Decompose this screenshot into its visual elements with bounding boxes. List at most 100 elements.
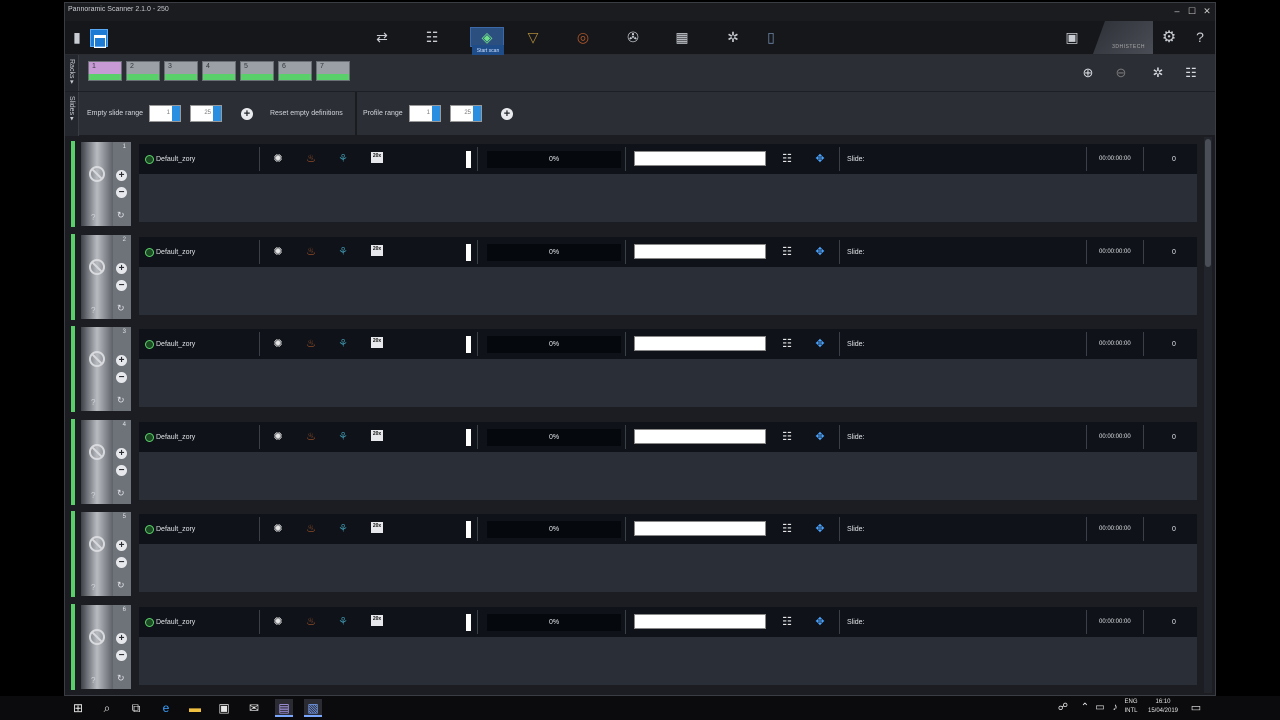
- minimize-button[interactable]: –: [1171, 5, 1183, 17]
- magnification-20x-icon[interactable]: 20x: [371, 429, 383, 441]
- task-view-icon[interactable]: ⧉: [127, 699, 145, 717]
- people-icon[interactable]: ☍: [1054, 699, 1072, 717]
- scan-settings-icon[interactable]: ☷: [780, 615, 794, 628]
- help-icon[interactable]: ?: [1189, 27, 1211, 47]
- compass-icon[interactable]: ✇: [622, 27, 644, 47]
- slide-name-field[interactable]: [634, 521, 766, 536]
- slide-thumbnail[interactable]: 3? + − ↻: [81, 327, 131, 411]
- brightfield-icon[interactable]: ✺: [271, 430, 285, 443]
- slide-thumbnail[interactable]: 6? + − ↻: [81, 604, 131, 689]
- brightfield-icon[interactable]: ✺: [271, 615, 285, 628]
- scan-region-icon[interactable]: ✥: [813, 245, 827, 258]
- slide-row[interactable]: 5? + − ↻ Default_zory ✺ ♨ ⚘ 20x 0% ☷ ✥ Slide: 00:00:0…: [69, 511, 1199, 597]
- scan-mode-icon[interactable]: ▽: [522, 27, 544, 47]
- rack-6[interactable]: 6: [278, 61, 312, 81]
- file-explorer-icon[interactable]: ▬: [186, 699, 204, 717]
- profile-name[interactable]: Default_zory: [156, 526, 195, 533]
- brightfield-icon[interactable]: ✺: [271, 337, 285, 350]
- add-icon[interactable]: +: [116, 540, 127, 551]
- gear-batch-icon[interactable]: ✲: [722, 27, 744, 47]
- rack-adjust-icon[interactable]: ☷: [1183, 65, 1199, 81]
- slide-name-field[interactable]: [634, 243, 766, 259]
- slide-thumbnail[interactable]: 5? + − ↻: [81, 512, 131, 596]
- remove-icon[interactable]: −: [116, 464, 127, 476]
- refresh-icon[interactable]: ↻: [117, 488, 125, 499]
- scanner-app-icon[interactable]: ▤: [275, 699, 293, 717]
- magnification-20x-icon[interactable]: 20x: [371, 337, 383, 348]
- scroll-thumb[interactable]: [1205, 139, 1211, 267]
- settings-sliders-icon[interactable]: ☷: [421, 27, 443, 47]
- camera-icon[interactable]: ▣: [1061, 27, 1083, 47]
- fluorescence-icon[interactable]: ♨: [304, 430, 318, 443]
- windows-start-icon[interactable]: ⊞: [69, 699, 87, 717]
- add-icon[interactable]: +: [116, 170, 127, 181]
- profile-name[interactable]: Default_zory: [156, 249, 195, 256]
- slide-name-field[interactable]: [634, 428, 766, 444]
- scan-settings-icon[interactable]: ☷: [780, 152, 794, 165]
- slide-row[interactable]: 6? + − ↻ Default_zory ✺ ♨ ⚘ 20x 0% ☷ ✥ Slide: 00:00:0…: [69, 603, 1199, 690]
- profile-name[interactable]: Default_zory: [156, 434, 195, 441]
- scan-settings-icon[interactable]: ☷: [780, 430, 794, 443]
- remove-icon[interactable]: −: [116, 557, 127, 568]
- add-icon[interactable]: +: [116, 632, 127, 644]
- mail-icon[interactable]: ✉: [245, 699, 263, 717]
- store-icon[interactable]: ▣: [215, 699, 233, 717]
- remove-icon[interactable]: −: [116, 187, 127, 198]
- rack-loader-icon[interactable]: ⇄: [371, 27, 393, 47]
- remove-rack-icon[interactable]: ⊖: [1113, 65, 1129, 81]
- rack-2[interactable]: 2: [126, 61, 160, 81]
- scan-region-icon[interactable]: ✥: [813, 337, 827, 350]
- add-icon[interactable]: +: [116, 447, 127, 459]
- remove-icon[interactable]: −: [116, 372, 127, 383]
- scan-settings-icon[interactable]: ☷: [780, 245, 794, 258]
- magnification-20x-icon[interactable]: 20x: [371, 152, 383, 163]
- add-icon[interactable]: +: [116, 262, 127, 274]
- rack-3[interactable]: 3: [164, 61, 198, 81]
- slide-thumbnail[interactable]: 1? + − ↻: [81, 142, 131, 226]
- refresh-icon[interactable]: ↻: [117, 580, 125, 591]
- scan-region-icon[interactable]: ✥: [813, 522, 827, 535]
- reset-empty-definitions-button[interactable]: Reset empty definitions: [270, 110, 343, 117]
- clock[interactable]: 16:10 15/04/2019: [1144, 698, 1182, 716]
- start-scan-icon[interactable]: ◈: [470, 27, 504, 47]
- rack-settings-icon[interactable]: ✲: [1150, 65, 1166, 81]
- brightfield-icon[interactable]: ✺: [271, 522, 285, 535]
- slide-row[interactable]: 1? + − ↻ Default_zory ✺ ♨ ⚘ 20x 0% ☷ ✥ Slide: 00:00:0…: [69, 141, 1199, 227]
- edge-icon[interactable]: e: [157, 699, 175, 717]
- filter-icon[interactable]: ⚘: [336, 337, 350, 350]
- rack-1[interactable]: 1: [88, 61, 122, 81]
- profile-range-to-input[interactable]: 25: [450, 105, 482, 122]
- settings-gear-icon[interactable]: ⚙: [1158, 27, 1180, 47]
- remove-icon[interactable]: −: [116, 649, 127, 661]
- profile-range-from-input[interactable]: 1: [409, 105, 441, 122]
- device-icon[interactable]: ▮: [69, 27, 85, 47]
- fluorescence-icon[interactable]: ♨: [304, 337, 318, 350]
- batch-grid-icon[interactable]: ▦: [667, 27, 697, 47]
- slide-name-field[interactable]: [634, 336, 766, 351]
- rack-4[interactable]: 4: [202, 61, 236, 81]
- maximize-button[interactable]: ☐: [1186, 5, 1198, 17]
- scan-region-icon[interactable]: ✥: [813, 430, 827, 443]
- empty-range-to-input[interactable]: 25: [190, 105, 222, 122]
- slides-side-tab[interactable]: Slides ▸: [65, 92, 79, 136]
- focus-icon[interactable]: ◎: [572, 27, 594, 47]
- racks-side-tab[interactable]: Racks ▸: [65, 55, 79, 91]
- fluorescence-icon[interactable]: ♨: [304, 152, 318, 165]
- filter-icon[interactable]: ⚘: [336, 615, 350, 628]
- exit-door-icon[interactable]: ▯: [760, 27, 782, 47]
- fluorescence-icon[interactable]: ♨: [304, 615, 318, 628]
- brightfield-icon[interactable]: ✺: [271, 152, 285, 165]
- slide-row[interactable]: 3? + − ↻ Default_zory ✺ ♨ ⚘ 20x 0% ☷ ✥ Slide: 00:00:0…: [69, 326, 1199, 412]
- filter-icon[interactable]: ⚘: [336, 430, 350, 443]
- remove-icon[interactable]: −: [116, 279, 127, 291]
- slide-thumbnail[interactable]: 4? + − ↻: [81, 419, 131, 504]
- fluorescence-icon[interactable]: ♨: [304, 522, 318, 535]
- profile-name[interactable]: Default_zory: [156, 156, 195, 163]
- search-icon[interactable]: ⌕: [98, 699, 116, 717]
- close-button[interactable]: ✕: [1201, 5, 1213, 17]
- empty-range-from-input[interactable]: 1: [149, 105, 181, 122]
- scrollbar[interactable]: [1204, 137, 1212, 693]
- refresh-icon[interactable]: ↻: [117, 210, 125, 221]
- add-empty-range-button[interactable]: +: [241, 108, 253, 120]
- slide-name-field[interactable]: [634, 613, 766, 629]
